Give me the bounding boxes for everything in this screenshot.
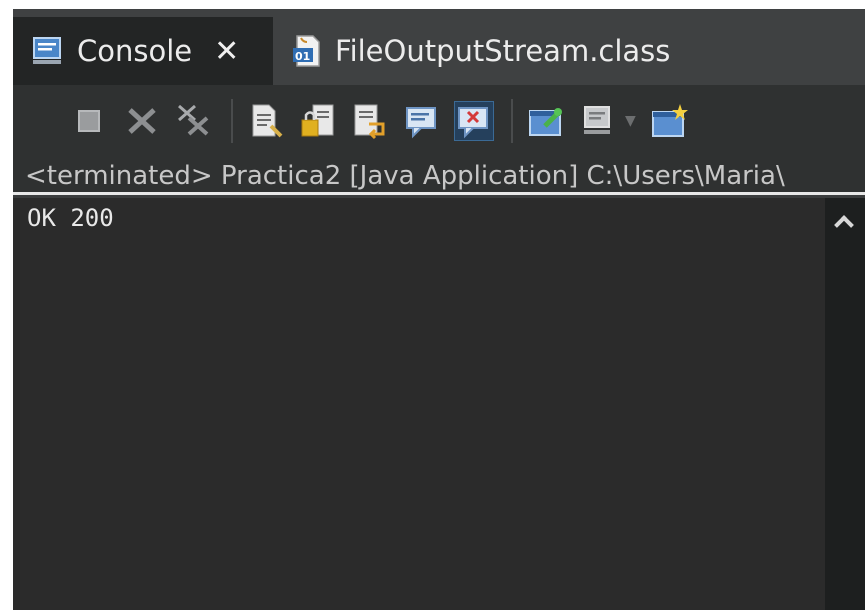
word-wrap-icon[interactable] <box>351 102 389 140</box>
chevron-up-icon[interactable] <box>834 215 854 235</box>
scroll-lock-icon[interactable] <box>403 102 441 140</box>
class-file-icon: 01 <box>289 34 323 68</box>
close-icon[interactable]: ✕ <box>214 34 239 69</box>
display-selected-console-icon[interactable] <box>527 102 565 140</box>
launch-status: <terminated> Practica2 [Java Application… <box>13 157 865 195</box>
console-toolbar: ▼ <box>13 85 865 157</box>
open-console-icon[interactable] <box>579 102 617 140</box>
remove-all-terminated-icon[interactable] <box>175 102 213 140</box>
toolbar-separator <box>511 99 513 143</box>
clear-console-icon[interactable] <box>454 101 494 141</box>
console-icon <box>31 34 65 68</box>
tab-file-output-stream[interactable]: 01 FileOutputStream.class <box>281 17 670 85</box>
chevron-down-icon[interactable]: ▼ <box>625 113 636 129</box>
terminate-icon[interactable] <box>71 102 109 140</box>
vertical-scrollbar[interactable] <box>825 198 865 610</box>
show-console-on-output-icon[interactable] <box>247 102 285 140</box>
remove-launch-icon[interactable] <box>123 102 161 140</box>
console-line: OK 200 <box>27 204 114 232</box>
tab-strip: Console ✕ 01 FileOutputStream.class <box>13 9 865 85</box>
tab-console-label: Console <box>77 34 193 68</box>
pin-console-icon[interactable] <box>299 102 337 140</box>
toolbar-separator <box>231 99 233 143</box>
console-view: Console ✕ 01 FileOutputStream.class ▼ <t… <box>13 9 865 610</box>
console-output[interactable]: OK 200 <box>13 198 825 610</box>
tab-console[interactable]: Console ✕ <box>13 17 273 85</box>
tab-file-label: FileOutputStream.class <box>335 34 671 68</box>
svg-text:01: 01 <box>295 50 310 63</box>
new-console-view-icon[interactable] <box>650 102 688 140</box>
